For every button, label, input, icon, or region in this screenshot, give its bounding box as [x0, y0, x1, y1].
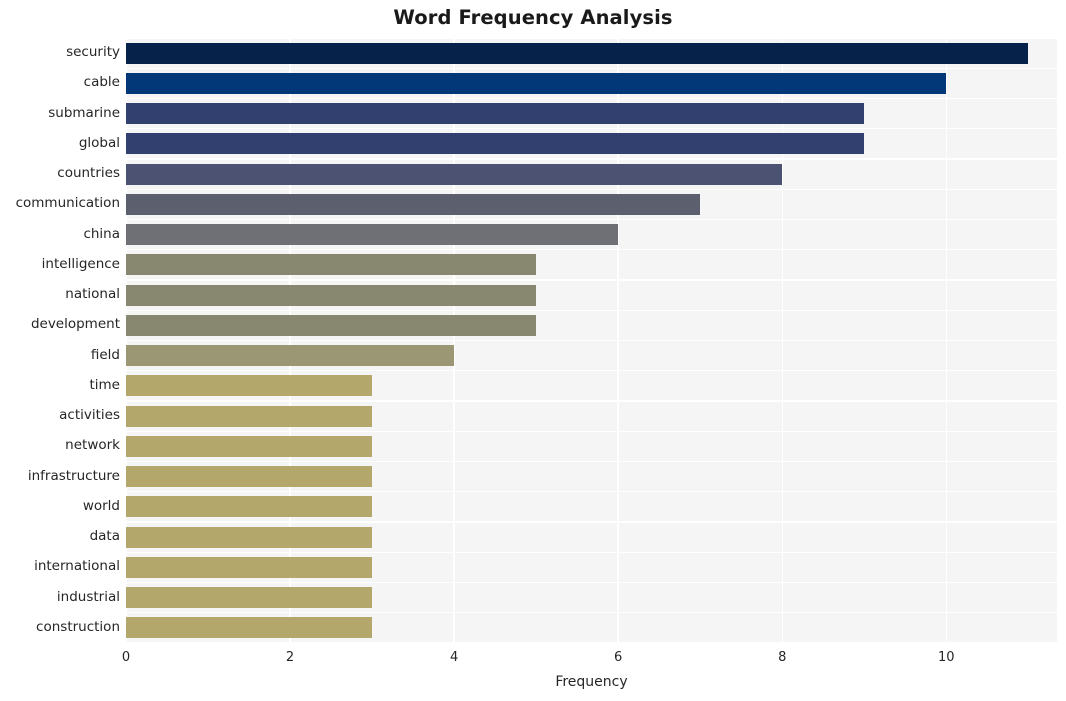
bar-row[interactable]: [126, 103, 1057, 125]
y-tick-label-countries: countries: [57, 165, 120, 182]
bar-row[interactable]: [126, 72, 1057, 94]
bar-time[interactable]: [126, 375, 373, 397]
bar-row[interactable]: [126, 42, 1057, 64]
y-tick-label-security: security: [66, 44, 120, 61]
bar-row[interactable]: [126, 314, 1057, 336]
gridline-horizontal: [126, 158, 1057, 160]
bar-row[interactable]: [126, 284, 1057, 306]
bar-row[interactable]: [126, 405, 1057, 427]
gridline-horizontal: [126, 97, 1057, 100]
gridline-horizontal: [126, 430, 1057, 432]
gridline-horizontal: [126, 521, 1057, 523]
bar-row[interactable]: [126, 133, 1057, 155]
bar-intelligence[interactable]: [126, 254, 537, 276]
y-tick-label-construction: construction: [36, 618, 120, 635]
bar-security[interactable]: [126, 42, 1029, 64]
gridline-horizontal: [126, 67, 1057, 69]
chart-title: Word Frequency Analysis: [393, 6, 673, 29]
bar-china[interactable]: [126, 224, 619, 246]
y-tick-label-world: world: [82, 497, 120, 514]
bar-row[interactable]: [126, 375, 1057, 397]
y-tick-label-communication: communication: [15, 195, 120, 212]
y-tick-label-cable: cable: [83, 74, 120, 91]
bar-industrial[interactable]: [126, 587, 373, 609]
bar-row[interactable]: [126, 345, 1057, 367]
bar-row[interactable]: [126, 526, 1057, 548]
y-tick-label-national: national: [65, 286, 120, 303]
bar-row[interactable]: [126, 466, 1057, 488]
bar-submarine[interactable]: [126, 103, 865, 125]
gridline-horizontal: [126, 612, 1057, 614]
bar-activities[interactable]: [126, 405, 373, 427]
word-frequency-chart-figure: Word Frequency Analysis security cable sub…: [0, 0, 1066, 701]
gridline-horizontal: [126, 339, 1057, 342]
gridline-horizontal: [126, 491, 1057, 493]
bar-network[interactable]: [126, 435, 373, 457]
x-tick-label-2: 2: [285, 650, 295, 665]
bar-row[interactable]: [126, 193, 1057, 215]
y-tick-label-field: field: [90, 346, 120, 363]
bar-countries[interactable]: [126, 163, 783, 185]
y-tick-label-submarine: submarine: [48, 104, 120, 121]
gridline-horizontal: [126, 188, 1057, 190]
x-tick-label-10: 10: [937, 650, 955, 665]
y-tick-label-network: network: [65, 437, 120, 454]
y-tick-label-global: global: [78, 134, 120, 151]
gridline-horizontal: [126, 128, 1057, 130]
y-tick-label-activities: activities: [59, 407, 120, 424]
y-tick-label-development: development: [30, 316, 120, 333]
y-tick-label-time: time: [89, 376, 120, 393]
x-tick-label-4: 4: [449, 650, 459, 665]
x-axis-label: Frequency: [555, 674, 628, 690]
y-tick-label-data: data: [89, 528, 120, 545]
bar-row[interactable]: [126, 163, 1057, 185]
bar-row[interactable]: [126, 556, 1057, 578]
bar-row[interactable]: [126, 435, 1057, 457]
gridline-horizontal: [126, 249, 1057, 251]
bar-data[interactable]: [126, 526, 373, 548]
y-tick-label-china: china: [83, 225, 120, 242]
bar-world[interactable]: [126, 496, 373, 518]
gridline-horizontal: [126, 581, 1057, 584]
bar-infrastructure[interactable]: [126, 466, 373, 488]
gridline-horizontal: [126, 551, 1057, 553]
gridline-horizontal: [126, 218, 1057, 221]
bar-row[interactable]: [126, 224, 1057, 246]
bar-row[interactable]: [126, 496, 1057, 518]
bar-international[interactable]: [126, 556, 373, 578]
gridline-horizontal: [126, 642, 1057, 643]
bar-communication[interactable]: [126, 193, 701, 215]
bar-development[interactable]: [126, 314, 537, 336]
gridline-horizontal: [126, 279, 1057, 281]
gridline-horizontal: [126, 370, 1057, 372]
bar-field[interactable]: [126, 345, 455, 367]
y-tick-label-industrial: industrial: [56, 588, 120, 605]
x-tick-label-0: 0: [121, 650, 131, 665]
y-tick-label-international: international: [34, 558, 120, 575]
bar-row[interactable]: [126, 254, 1057, 276]
y-tick-label-infrastructure: infrastructure: [27, 467, 120, 484]
plot-area: [126, 38, 1057, 643]
gridline-horizontal: [126, 400, 1057, 402]
bar-national[interactable]: [126, 284, 537, 306]
bar-global[interactable]: [126, 133, 865, 155]
bar-row[interactable]: [126, 617, 1057, 639]
bar-row[interactable]: [126, 587, 1057, 609]
gridline-horizontal: [126, 460, 1057, 463]
y-tick-label-intelligence: intelligence: [41, 255, 120, 272]
x-tick-label-6: 6: [614, 650, 623, 665]
x-tick-label-8: 8: [778, 650, 787, 665]
gridline-horizontal: [126, 38, 1057, 39]
gridline-horizontal: [126, 309, 1057, 311]
bar-construction[interactable]: [126, 617, 373, 639]
bar-cable[interactable]: [126, 72, 947, 94]
